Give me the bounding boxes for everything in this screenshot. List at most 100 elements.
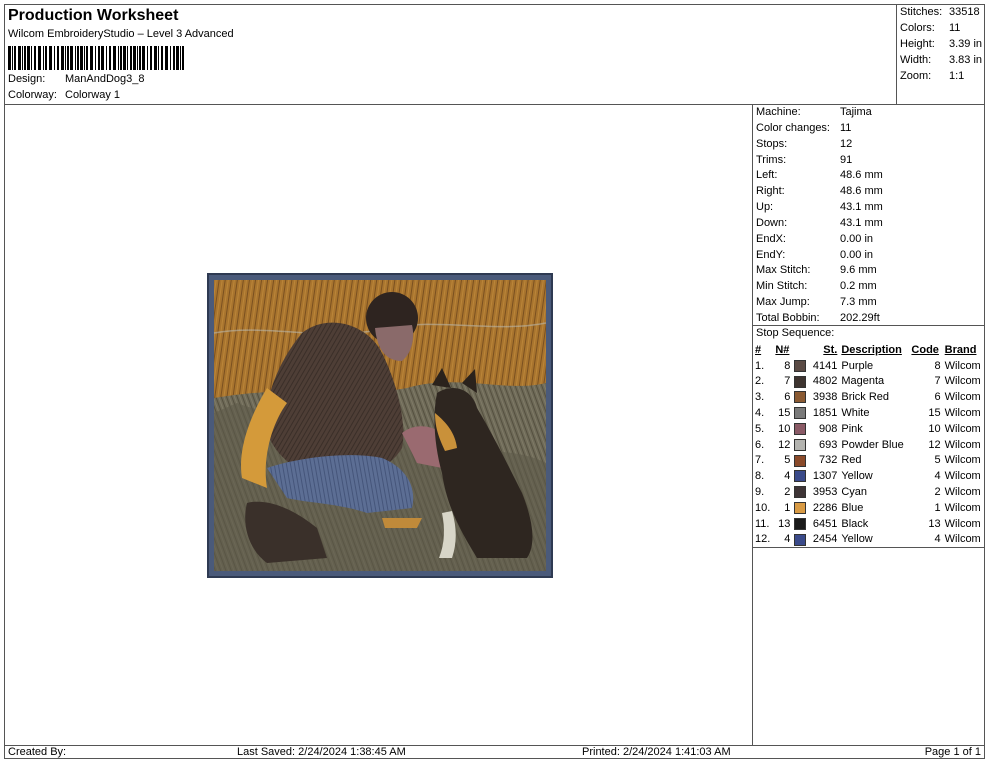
barcode-bar <box>127 46 128 70</box>
prop-label: Max Jump: <box>756 296 810 308</box>
barcode-bar <box>161 46 163 70</box>
prop-label: Stops: <box>756 138 788 150</box>
stop-row: 1. 8 4141 Purple 8 Wilcom <box>753 358 985 374</box>
prop-label: Right: <box>756 185 785 197</box>
barcode-bar <box>165 46 168 70</box>
stop-code: 7 <box>934 375 941 388</box>
stop-num: 6. <box>755 438 765 451</box>
stop-brand: Wilcom <box>944 391 981 404</box>
stop-row: 10. 1 2286 Blue 1 Wilcom <box>753 500 985 516</box>
barcode-bar <box>113 46 116 70</box>
barcode-bar <box>31 46 32 70</box>
prop-color-changes: Color changes: 11 <box>756 122 851 134</box>
stat-zoom: Zoom: 1:1 <box>900 70 964 82</box>
barcode-bar <box>101 46 104 70</box>
stop-num: 12. <box>753 531 774 549</box>
col-code: Code <box>911 343 939 356</box>
prop-label: EndX: <box>756 233 786 245</box>
stop-code: 1 <box>934 501 941 514</box>
stop-brand: Wilcom <box>944 470 981 483</box>
stop-needle: 13 <box>778 517 791 530</box>
prop-value: 43.1 mm <box>840 201 883 213</box>
stop-stitches: 2454 <box>809 531 840 549</box>
stop-color-cell <box>792 421 809 437</box>
prop-label: Trims: <box>756 154 787 166</box>
stop-code: 5 <box>934 454 941 467</box>
prop-up: Up: 43.1 mm <box>756 201 883 213</box>
barcode-bar <box>43 46 44 70</box>
stop-code: 12 <box>928 438 941 451</box>
stop-description: Blue <box>841 501 864 514</box>
barcode-bar <box>18 46 21 70</box>
prop-label: Down: <box>756 217 788 229</box>
barcode-bar <box>84 46 85 70</box>
stop-color-cell <box>792 531 810 549</box>
prop-down: Down: 43.1 mm <box>756 217 883 229</box>
stop-color-cell <box>792 468 809 484</box>
stat-label: Stitches: <box>900 6 943 18</box>
barcode-bar <box>49 46 52 70</box>
stop-row: 6. 12 693 Powder Blue 12 Wilcom <box>753 437 985 453</box>
barcode-bar <box>142 46 145 70</box>
prop-label: Color changes: <box>756 122 830 134</box>
stop-brand: Wilcom <box>944 454 981 467</box>
barcode-bar <box>57 46 59 70</box>
worksheet-frame: Production Worksheet Wilcom EmbroiderySt… <box>4 4 985 759</box>
stat-width: Width: 3.83 in <box>900 54 982 66</box>
stop-color-cell <box>792 389 809 405</box>
barcode-bar <box>170 46 171 70</box>
stop-color-cell <box>792 405 809 421</box>
stop-stitches: 1307 <box>812 470 838 483</box>
stop-needle: 4 <box>773 531 793 549</box>
barcode-bar <box>147 46 148 70</box>
stop-brand: Wilcom <box>944 359 981 372</box>
prop-stops: Stops: 12 <box>756 138 852 150</box>
machine-info-panel: Machine: Tajima Color changes: 11 Stops: 12… <box>752 105 985 745</box>
stop-description: Black <box>841 517 869 530</box>
stop-row: 4. 15 1851 White 15 Wilcom <box>753 405 985 421</box>
barcode-bar <box>45 46 47 70</box>
prop-value: 0.2 mm <box>840 280 877 292</box>
stop-code: 4 <box>934 470 941 483</box>
stat-colors: Colors: 11 <box>900 22 960 34</box>
barcode-image <box>8 46 184 70</box>
stop-description: Purple <box>841 359 874 372</box>
created-by: Created By: <box>8 746 67 758</box>
prop-max-stitch: Max Stitch: 9.6 mm <box>756 264 877 276</box>
last-saved: Last Saved: 2/24/2024 1:38:45 AM <box>237 746 406 758</box>
stat-value: 3.39 in <box>949 38 983 50</box>
stop-description: Yellow <box>841 470 873 483</box>
color-swatch <box>794 359 807 372</box>
barcode-bar <box>130 46 132 70</box>
barcode-bar <box>34 46 36 70</box>
prop-left: Left: 48.6 mm <box>756 169 883 181</box>
stop-row: 9. 2 3953 Cyan 2 Wilcom <box>753 484 985 500</box>
barcode-bar <box>154 46 157 70</box>
col-stitches: St. <box>823 343 838 356</box>
barcode-bar <box>120 46 122 70</box>
barcode-bar <box>22 46 23 70</box>
stop-stitches: 908 <box>819 422 838 435</box>
prop-label: Machine: <box>756 106 801 118</box>
stat-height: Height: 3.39 in <box>900 38 982 50</box>
color-swatch <box>794 517 807 530</box>
prop-label: Up: <box>756 201 774 213</box>
barcode-bar <box>8 46 11 70</box>
stat-value: 11 <box>949 22 961 34</box>
col-needle: N# <box>775 343 790 356</box>
stop-color-cell <box>792 374 809 390</box>
prop-label: EndY: <box>756 249 786 261</box>
stop-needle: 7 <box>784 375 791 388</box>
barcode-bar <box>139 46 141 70</box>
color-swatch <box>794 391 807 404</box>
stat-value: 1:1 <box>949 70 965 82</box>
stop-num: 8. <box>755 470 765 483</box>
stop-stitches: 4802 <box>812 375 838 388</box>
barcode-bar <box>98 46 100 70</box>
barcode-bar <box>95 46 96 70</box>
color-swatch <box>794 407 807 420</box>
worksheet-footer: Created By: Last Saved: 2/24/2024 1:38:4… <box>5 745 984 760</box>
prop-max-jump: Max Jump: 7.3 mm <box>756 296 877 308</box>
stop-description: White <box>841 407 870 420</box>
col-brand: Brand <box>944 343 977 356</box>
